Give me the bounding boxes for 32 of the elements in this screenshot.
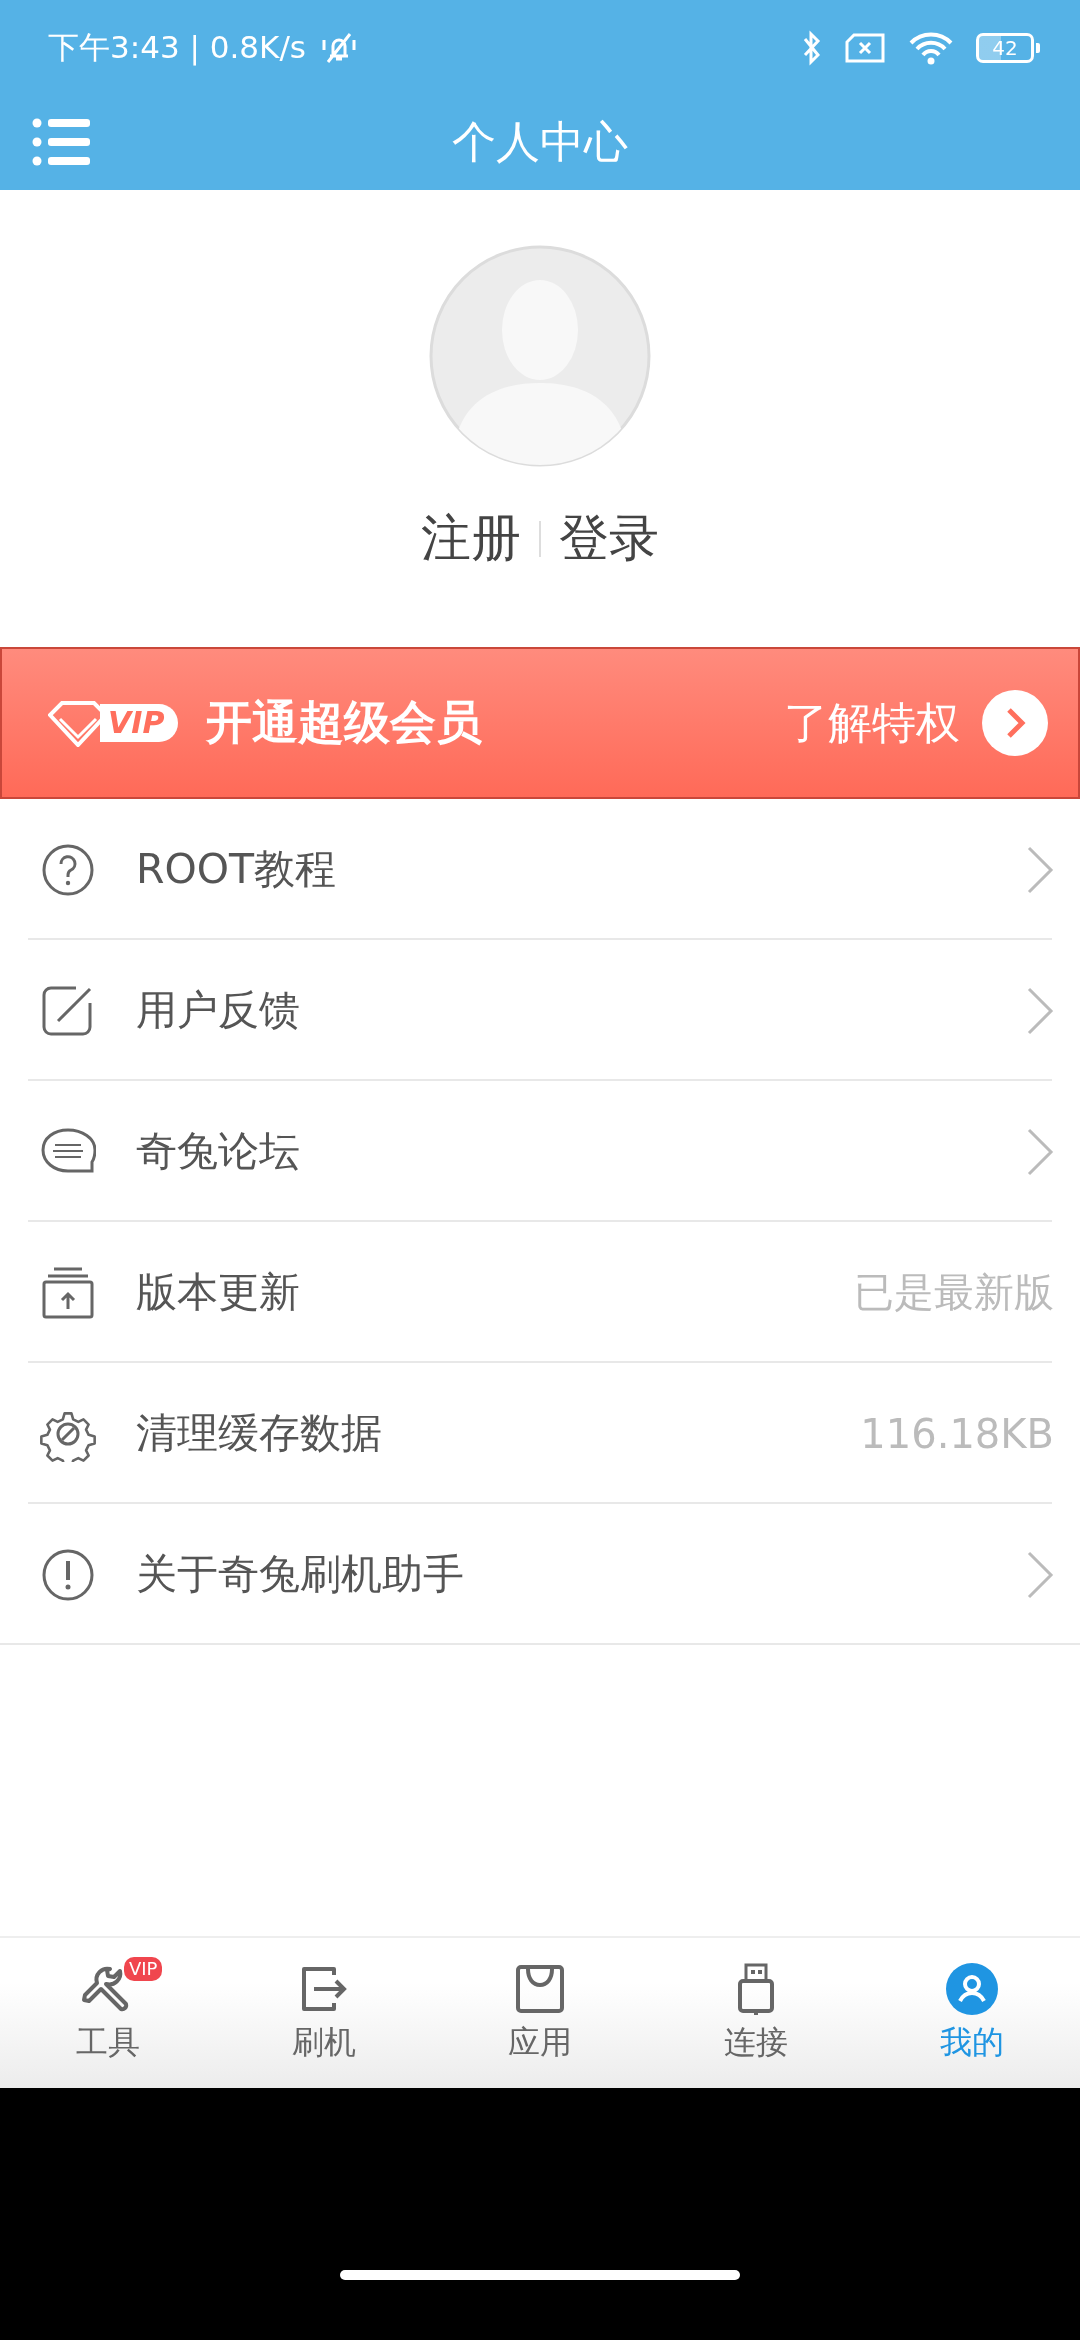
status-value: 116.18KB [860,1410,1054,1457]
nav-tab[interactable]: VIP 工具 [0,1938,216,2088]
vip-badge: VIP [124,1957,163,1981]
chevron-right-icon [1026,1549,1054,1600]
avatar-icon[interactable] [429,245,651,467]
home-indicator[interactable] [340,2270,740,2280]
chevron-right-icon [1026,985,1054,1036]
vip-title: 开通超级会员 [206,694,483,751]
menu-item[interactable]: 关于奇兔刷机助手 [0,1504,1080,1645]
battery-level: 42 [976,32,1034,63]
status-time: 下午3:43 | 0.8K/s [48,27,306,68]
chevron-right-icon [1026,844,1054,895]
chevron-right-icon [982,690,1048,756]
menu-item[interactable]: 用户反馈 [0,940,1080,1081]
menu-item[interactable]: 清理缓存数据 116.18KB [0,1363,1080,1504]
person-icon [944,1961,1000,2017]
menu-item[interactable]: 奇兔论坛 [0,1081,1080,1222]
menu-item[interactable]: 版本更新 已是最新版 [0,1222,1080,1363]
nav-tab[interactable]: 刷机 [216,1938,432,2088]
nav-tab[interactable]: 连接 [648,1938,864,2088]
menu-icon[interactable] [32,117,92,167]
status-value: 已是最新版 [854,1268,1054,1317]
bluetooth-icon [802,29,822,66]
sim-icon [844,32,886,63]
register-link[interactable]: 注册 [403,505,539,572]
login-link[interactable]: 登录 [541,505,677,572]
chevron-right-icon [1026,1126,1054,1177]
menu-item[interactable]: ROOT教程 [0,799,1080,940]
page-title: 个人中心 [452,115,628,169]
wifi-icon [908,30,954,65]
vip-logo: VIP [100,704,179,742]
nav-tab[interactable]: 应用 [432,1938,648,2088]
